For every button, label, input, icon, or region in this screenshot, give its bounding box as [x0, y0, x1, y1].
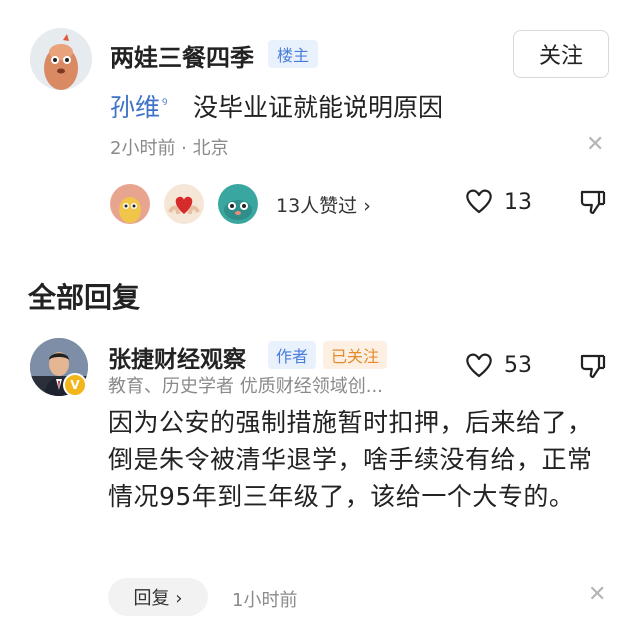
close-icon[interactable]: ✕ [588, 582, 606, 607]
reply-author-bio: 教育、历史学者 优质财经领域创... [108, 376, 383, 397]
reply-text: 因为公安的强制措施暂时扣押，后来给了，倒是朱令被清华退学，啥手续没有给，正常情况… [108, 408, 593, 511]
mention-name[interactable]: 孙维 [110, 93, 160, 122]
follow-button[interactable]: 关注 [513, 30, 609, 78]
all-replies-title: 全部回复 [28, 281, 141, 314]
close-icon[interactable]: ✕ [586, 132, 604, 157]
reply-author-name[interactable]: 张捷财经观察 [108, 340, 246, 374]
reply-time: 1小时前 [232, 590, 298, 611]
liker-avatar[interactable] [162, 182, 206, 226]
mention-link[interactable]: 孙维 ꝰ [110, 88, 167, 124]
like-count: 13 [504, 190, 532, 215]
followed-tag: 已关注 [323, 341, 388, 369]
heart-icon[interactable] [465, 352, 493, 382]
owner-badge: 楼主 [268, 40, 319, 68]
reply-like-count: 53 [504, 353, 532, 378]
liker-avatar[interactable] [108, 182, 152, 226]
author-tag: 作者 [268, 341, 317, 369]
likes-summary-link[interactable]: 13人赞过 › [276, 191, 371, 218]
post-author-name[interactable]: 两娃三餐四季 [110, 38, 254, 73]
reply-button[interactable]: 回复 › [108, 578, 208, 616]
heart-icon[interactable] [465, 188, 493, 218]
thumbs-down-icon[interactable] [579, 352, 607, 384]
liker-avatar[interactable] [216, 182, 260, 226]
verified-badge-icon: V [63, 373, 87, 397]
post-author-avatar[interactable] [30, 28, 92, 90]
post-meta: 2小时前 · 北京 [110, 138, 229, 159]
thumbs-down-icon[interactable] [579, 188, 607, 220]
post-text: 没毕业证就能说明原因 [193, 93, 444, 122]
person-icon: ꝰ [162, 94, 168, 111]
